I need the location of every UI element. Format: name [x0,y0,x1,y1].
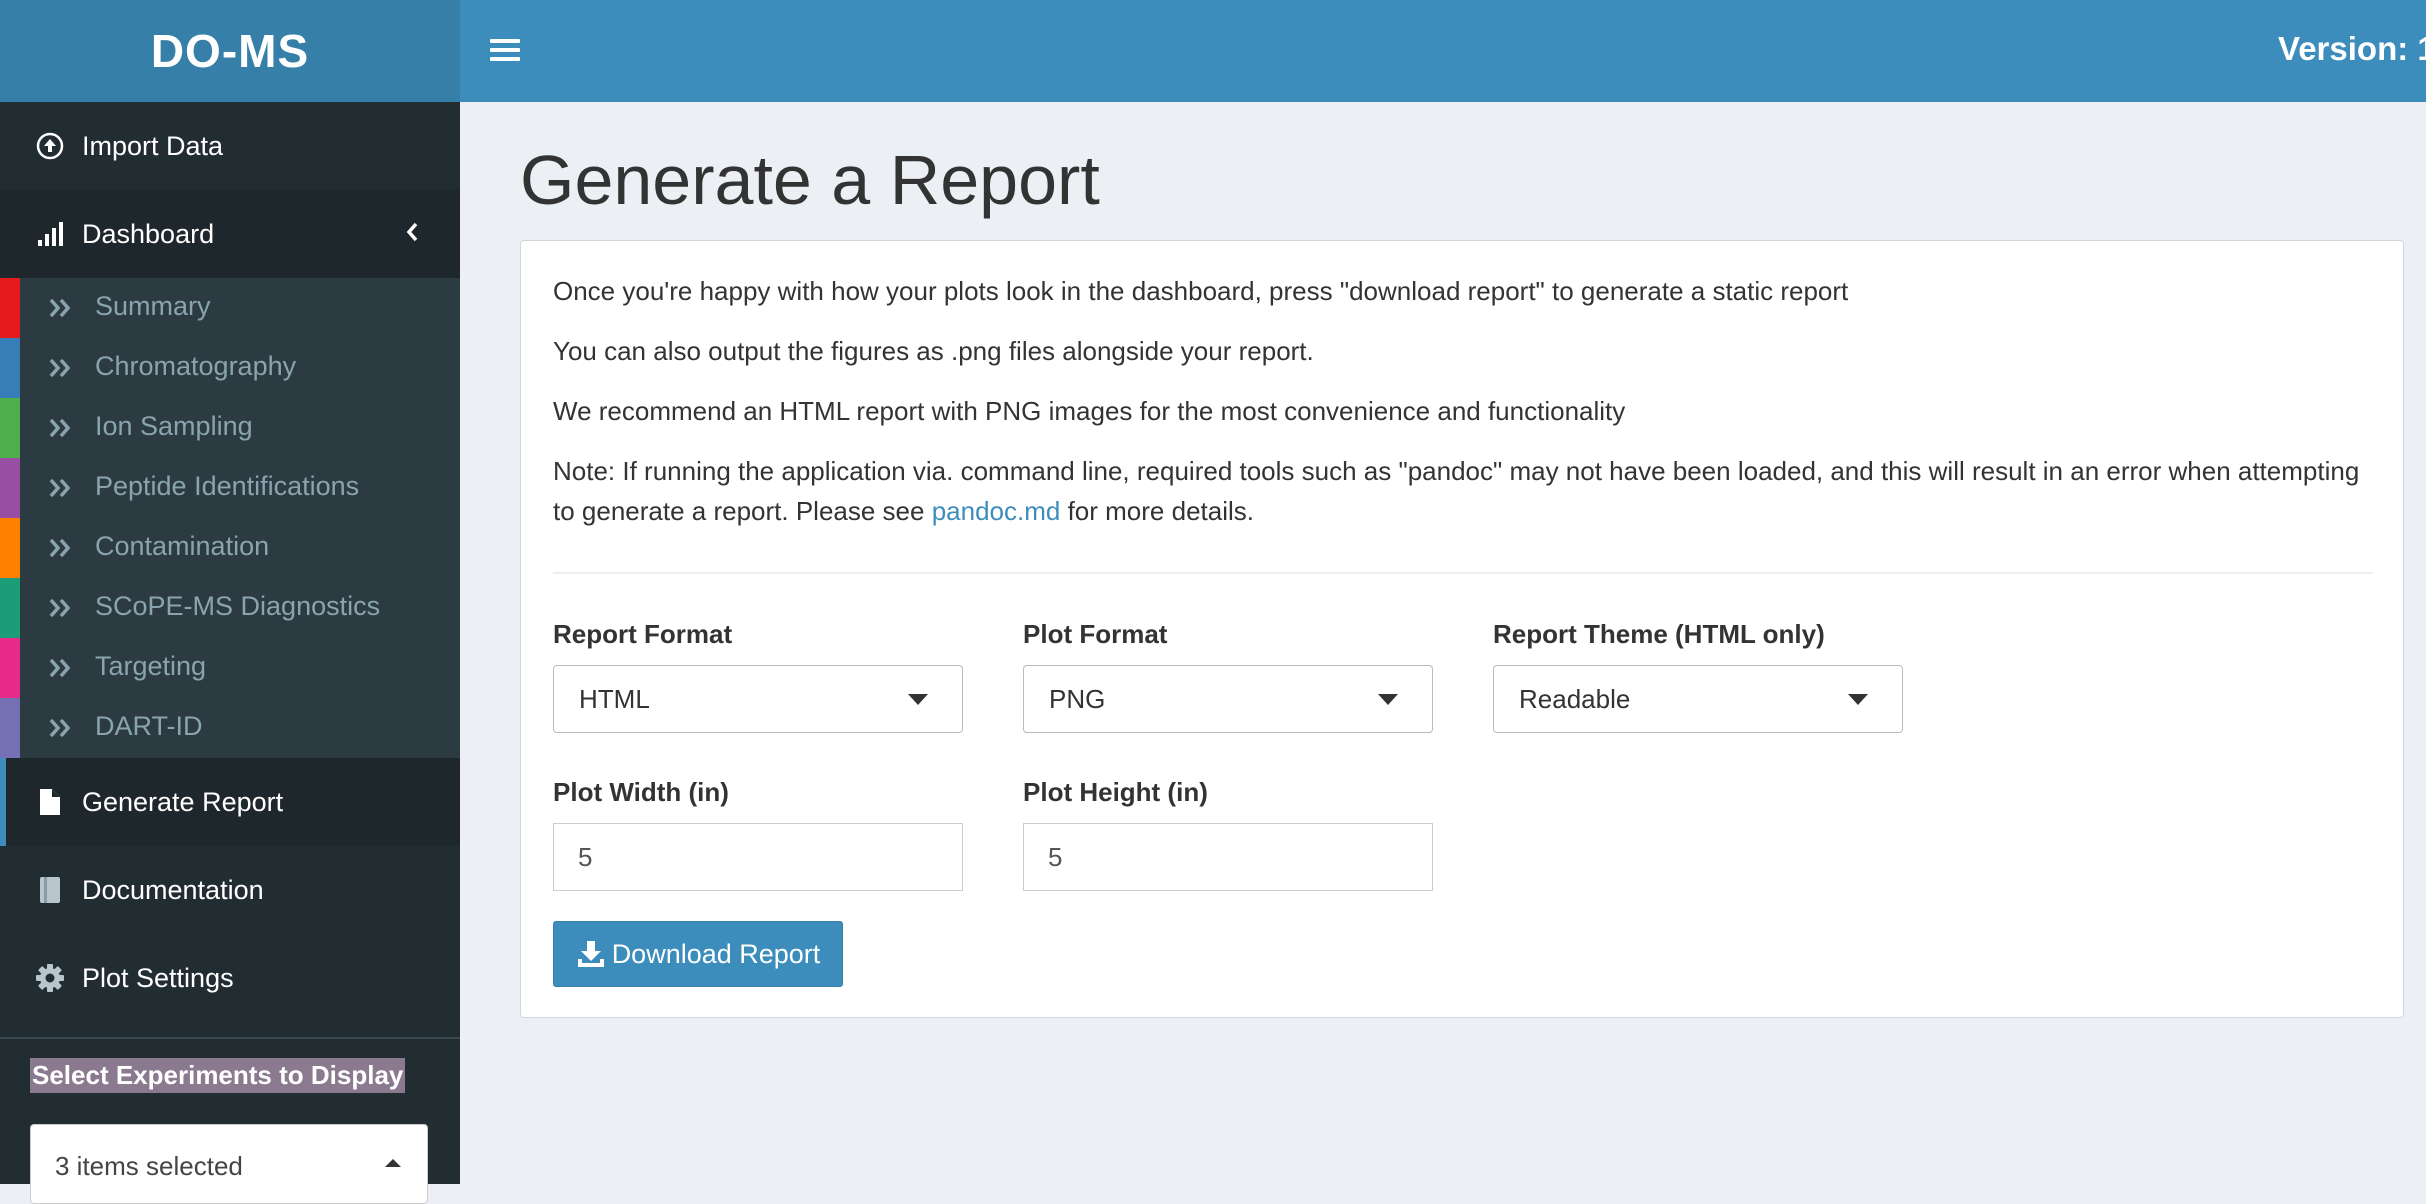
sidebar-subitem-targeting[interactable]: Targeting [0,638,460,698]
note-text-end: for more details. [1060,496,1254,526]
download-report-button[interactable]: Download Report [553,921,843,987]
sidebar-item-label: Generate Report [82,786,284,817]
app-logo[interactable]: DO-MS [0,0,460,102]
book-icon [32,872,68,908]
plot-height-input[interactable] [1023,823,1433,891]
sidebar-subitem-label: Peptide Identifications [95,471,360,501]
sidebar-item-label: Dashboard [82,218,215,249]
intro-paragraph: Once you're happy with how your plots lo… [553,276,1849,306]
color-stripe [0,458,20,518]
double-chevron-right-icon [48,416,74,440]
bar-chart-icon [32,216,68,252]
version-label: Version: 1. [2278,30,2426,67]
plot-width-label: Plot Width (in) [553,777,729,807]
double-chevron-right-icon [48,656,74,680]
sidebar-subitem-label: Summary [95,291,211,321]
sidebar-toggle-icon[interactable] [490,34,520,68]
upload-circle-icon [32,128,68,164]
report-theme-select[interactable]: Readable [1493,665,1903,733]
sidebar-subitem-label: Targeting [95,651,207,681]
download-icon [577,941,604,967]
sidebar-subitem-label: DART-ID [95,711,203,741]
chevron-left-icon [404,220,420,251]
experiments-selected-value: 3 items selected [55,1151,243,1181]
caret-up-icon [385,1159,401,1167]
plot-format-label: Plot Format [1023,619,1168,649]
caret-down-icon [1848,694,1868,705]
top-navbar: Version: 1. [460,0,2426,102]
double-chevron-right-icon [48,716,74,740]
page-title: Generate a Report [520,141,1100,219]
pandoc-link[interactable]: pandoc.md [932,496,1061,526]
sidebar-subitem-label: Contamination [95,531,270,561]
double-chevron-right-icon [48,356,74,380]
color-stripe [0,578,20,638]
sidebar-item-label: Import Data [82,130,224,161]
caret-down-icon [908,694,928,705]
caret-down-icon [1378,694,1398,705]
report-theme-value: Readable [1519,684,1631,714]
plot-format-select[interactable]: PNG [1023,665,1433,733]
png-paragraph: You can also output the figures as .png … [553,336,1314,366]
section-divider [553,572,2373,574]
download-button-label: Download Report [611,938,821,969]
sidebar-subitem-contamination[interactable]: Contamination [0,518,460,578]
double-chevron-right-icon [48,296,74,320]
report-format-value: HTML [579,684,650,714]
plot-format-value: PNG [1049,684,1106,714]
sidebar-divider [0,1037,460,1039]
sidebar-subitem-chromatography[interactable]: Chromatography [0,338,460,398]
sidebar-subitem-ion-sampling[interactable]: Ion Sampling [0,398,460,458]
recommend-paragraph: We recommend an HTML report with PNG ima… [553,396,1626,426]
color-stripe [0,278,20,338]
sidebar-item-documentation[interactable]: Documentation [0,846,460,934]
sidebar-item-label: Plot Settings [82,962,234,993]
experiments-label: Select Experiments to Display [30,1058,406,1093]
double-chevron-right-icon [48,476,74,500]
sidebar-item-import-data[interactable]: Import Data [0,102,460,190]
note-paragraph: Note: If running the application via. co… [553,451,2373,531]
sidebar-subitem-dart-id[interactable]: DART-ID [0,698,460,758]
file-icon [32,784,68,820]
report-format-label: Report Format [553,619,733,649]
gear-icon [32,960,68,996]
color-stripe [0,518,20,578]
report-box: Once you're happy with how your plots lo… [520,240,2404,1018]
sidebar-item-label: Documentation [82,874,264,905]
color-stripe [0,638,20,698]
plot-height-label: Plot Height (in) [1023,777,1208,807]
sidebar-item-plot-settings[interactable]: Plot Settings [0,934,460,1022]
experiments-select[interactable]: 3 items selected [30,1124,428,1204]
sidebar-item-dashboard[interactable]: Dashboard [0,190,460,278]
sidebar-subitem-label: Ion Sampling [95,411,253,441]
sidebar-subitem-scope-ms-diagnostics[interactable]: SCoPE-MS Diagnostics [0,578,460,638]
sidebar-subitem-label: Chromatography [95,351,297,381]
sidebar-subitem-summary[interactable]: Summary [0,278,460,338]
sidebar-subitem-peptide-identifications[interactable]: Peptide Identifications [0,458,460,518]
dashboard-submenu: Summary Chromatography Ion Sampling Pept… [0,278,460,758]
color-stripe [0,698,20,758]
color-stripe [0,338,20,398]
plot-width-input[interactable] [553,823,963,891]
color-stripe [0,398,20,458]
double-chevron-right-icon [48,536,74,560]
sidebar: Import Data Dashboard Summary Chromatogr… [0,102,460,1204]
sidebar-item-generate-report[interactable]: Generate Report [0,758,460,846]
double-chevron-right-icon [48,596,74,620]
note-text: Note: If running the application via. co… [553,456,2360,526]
report-format-select[interactable]: HTML [553,665,963,733]
report-theme-label: Report Theme (HTML only) [1493,619,1825,649]
sidebar-subitem-label: SCoPE-MS Diagnostics [95,591,381,621]
